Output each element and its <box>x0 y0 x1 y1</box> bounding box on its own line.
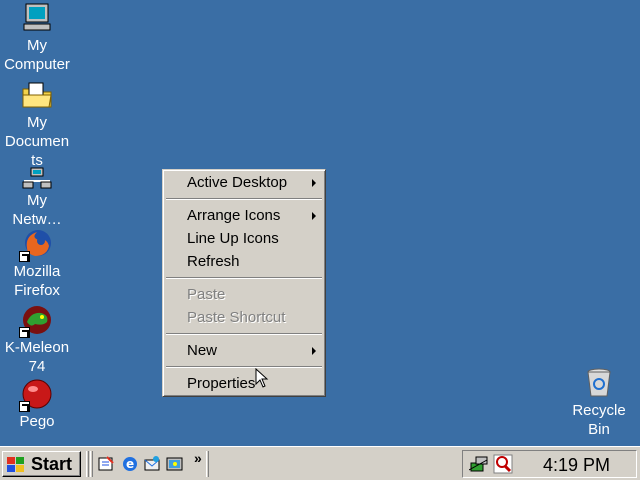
desktop-icon-label: My Documen ts <box>4 114 70 169</box>
menu-item-label: Arrange Icons <box>187 207 281 224</box>
submenu-arrow-icon <box>312 212 316 220</box>
pego-icon <box>19 378 53 412</box>
menu-item-arrange-icons[interactable]: Arrange Icons <box>166 205 322 227</box>
shortcut-arrow-icon <box>19 327 30 338</box>
desktop-icon-label: My Netw… <box>12 192 62 228</box>
recycle-bin-icon <box>583 367 615 399</box>
start-label: Start <box>31 454 73 474</box>
desktop-icon-label: My Computer <box>4 37 70 73</box>
desktop[interactable]: My Computer My Documen ts My Netw… Mozil… <box>0 0 640 446</box>
desktop-icon-firefox[interactable]: Mozilla Firefox <box>0 228 74 300</box>
desktop-icon-label: Recycle Bin <box>572 402 626 438</box>
toolbar-grip[interactable] <box>90 451 93 477</box>
windows-logo-icon <box>7 457 24 472</box>
menu-item-label: Active Desktop <box>187 174 288 191</box>
desktop-icon-my-network[interactable]: My Netw… <box>0 167 74 229</box>
desktop-icon-my-documents[interactable]: My Documen ts <box>0 79 74 170</box>
mouse-cursor-icon <box>255 368 269 388</box>
quick-launch-more-chevron[interactable]: » <box>194 450 202 466</box>
desktop-icon-my-computer[interactable]: My Computer <box>0 2 74 74</box>
submenu-arrow-icon <box>312 347 316 355</box>
show-desktop-icon[interactable] <box>97 455 115 473</box>
toolbar-grip[interactable] <box>206 451 209 477</box>
shortcut-arrow-icon <box>19 251 30 262</box>
desktop-icon-recycle-bin[interactable]: Recycle Bin <box>562 367 636 439</box>
desktop-icon-k-meleon[interactable]: K-Meleon 74 <box>0 304 74 376</box>
desktop-context-menu: Active Desktop Arrange Icons Line Up Ico… <box>162 169 326 397</box>
k-meleon-icon <box>19 304 53 338</box>
desktop-icon-pego[interactable]: Pego <box>0 378 74 431</box>
firefox-icon <box>19 228 53 262</box>
menu-item-new[interactable]: New <box>166 340 322 362</box>
menu-item-label: Paste Shortcut <box>187 309 286 326</box>
internet-explorer-icon[interactable]: e <box>121 455 139 473</box>
taskbar-clock[interactable]: 4:19 PM <box>543 454 610 476</box>
taskbar: Start e » 4:19 PM <box>0 446 640 480</box>
menu-item-active-desktop[interactable]: Active Desktop <box>166 172 322 194</box>
menu-item-label: Paste <box>187 286 226 303</box>
menu-item-label: Properties <box>187 375 256 392</box>
menu-item-label: Refresh <box>187 253 240 270</box>
menu-item-paste[interactable]: Paste <box>166 284 322 306</box>
desktop-icon-label: Pego <box>19 413 55 430</box>
submenu-arrow-icon <box>312 179 316 187</box>
search-tray-icon[interactable] <box>493 454 513 474</box>
menu-separator <box>166 277 322 279</box>
menu-separator <box>166 198 322 200</box>
menu-item-label: Line Up Icons <box>187 230 279 247</box>
menu-item-label: New <box>187 342 218 359</box>
menu-item-paste-shortcut[interactable]: Paste Shortcut <box>166 307 322 329</box>
channels-icon[interactable] <box>166 455 184 473</box>
shortcut-arrow-icon <box>19 401 30 412</box>
network-icon <box>21 167 53 189</box>
desktop-icon-label: Mozilla Firefox <box>13 263 61 299</box>
menu-item-line-up-icons[interactable]: Line Up Icons <box>166 228 322 250</box>
my-documents-icon <box>21 79 53 111</box>
menu-separator <box>166 333 322 335</box>
my-computer-icon <box>21 2 53 34</box>
menu-separator <box>166 366 322 368</box>
svg-text:e: e <box>126 457 134 471</box>
menu-item-properties[interactable]: Properties <box>166 373 322 395</box>
network-tray-icon[interactable] <box>469 454 489 474</box>
menu-item-refresh[interactable]: Refresh <box>166 251 322 273</box>
toolbar-grip[interactable] <box>86 451 89 477</box>
outlook-express-icon[interactable] <box>143 455 161 473</box>
desktop-icon-label: K-Meleon 74 <box>4 339 70 375</box>
system-tray: 4:19 PM <box>462 450 637 478</box>
start-button[interactable]: Start <box>2 451 81 477</box>
